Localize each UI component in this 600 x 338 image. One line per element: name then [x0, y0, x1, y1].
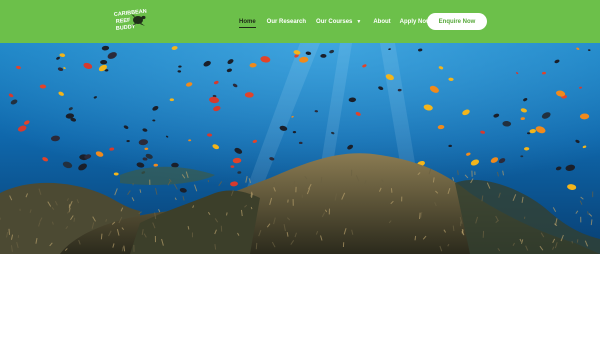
- fish: [171, 162, 179, 168]
- nav-our-courses[interactable]: Our Courses ▼: [316, 17, 361, 27]
- coral-branch: [452, 225, 455, 231]
- coral-branch: [419, 212, 421, 220]
- site-logo[interactable]: CARIBBEAN REEF BUDDY: [114, 9, 148, 34]
- nav-home[interactable]: Home: [239, 17, 256, 28]
- coral-branch: [250, 206, 253, 210]
- nav-our-courses-label: Our Courses: [316, 19, 353, 25]
- coral-branch: [73, 217, 76, 222]
- coral-branch: [457, 170, 459, 176]
- coral-branch: [414, 235, 417, 241]
- coral-branch: [590, 219, 593, 226]
- nav-our-research[interactable]: Our Research: [267, 17, 306, 27]
- chevron-down-icon: ▼: [356, 19, 362, 25]
- coral-branch: [226, 212, 228, 216]
- coral-branch: [8, 228, 11, 235]
- hero-image: [0, 43, 600, 254]
- coral-branch: [320, 176, 323, 184]
- nav-about[interactable]: About: [373, 17, 390, 27]
- site-header: CARIBBEAN REEF BUDDY Home Our Research O…: [0, 0, 600, 43]
- enquire-now-button[interactable]: Enquire Now: [427, 13, 487, 30]
- nav-apply-now[interactable]: Apply Now: [400, 17, 431, 27]
- coral-branch: [100, 233, 103, 240]
- main-navigation: Home Our Research Our Courses ▼ About App…: [239, 16, 431, 28]
